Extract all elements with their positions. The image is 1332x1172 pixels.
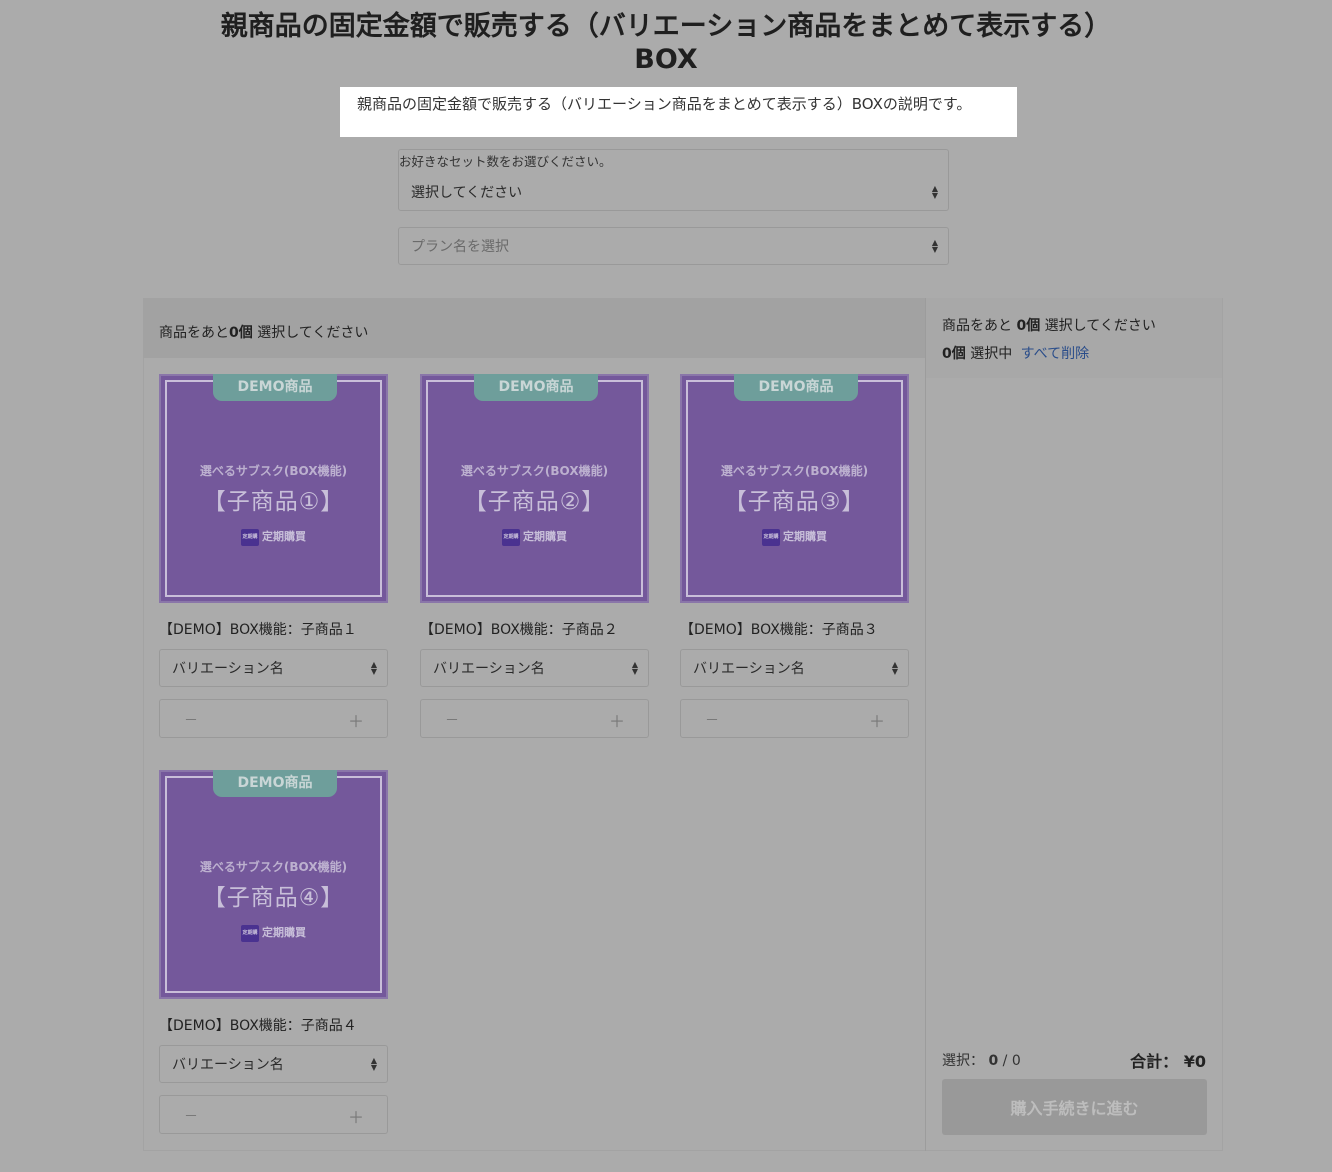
remaining-suffix: 選択してください [252,325,369,341]
variation-select-value: バリエーション名 [172,661,284,677]
sort-arrows-icon: ▲ ▼ [931,184,938,200]
variation-select[interactable]: バリエーション名 ▲ ▼ [680,649,909,687]
subscription-tag-label: 定期購買 [262,926,306,939]
cart-selected-suffix: 選択中 [965,346,1013,362]
box-title-line2: BOX [634,44,698,75]
product-image[interactable]: DEMO商品 選べるサブスク(BOX機能) 【子商品②】 定期購買定期購買 [420,374,649,603]
subscription-tag-label: 定期購買 [262,530,306,543]
cart-remaining-count: 0個 [1016,318,1041,334]
product-name: 【DEMO】BOX機能：子商品１ [159,622,357,638]
minus-icon[interactable]: － [705,710,719,730]
checkout-button[interactable]: 購入手続きに進む [942,1079,1207,1135]
set-count-value: 選択してください [411,185,523,201]
sort-arrows-icon: ▲ ▼ [370,660,377,676]
subscription-tag-label: 定期購買 [523,530,567,543]
product-image-subtitle: 選べるサブスク(BOX機能) [199,860,348,874]
subscription-icon: 定期購買 [241,528,259,546]
quantity-stepper: － ＋ [420,699,649,738]
subscription-icon: 定期購買 [762,528,780,546]
selected-count-label: 選択： [942,1053,984,1069]
subscription-tag: 定期購買定期購買 [422,528,647,546]
product-image-title: 【子商品④】 [202,885,345,911]
total-label: 合計： [1130,1052,1179,1071]
cart-selected-text: 0個 選択中 すべて削除 [942,343,1089,363]
plan-select-placeholder: プラン名を選択 [411,239,509,255]
variation-select-value: バリエーション名 [433,661,545,677]
product-name: 【DEMO】BOX機能：子商品２ [420,622,618,638]
demo-badge: DEMO商品 [213,770,337,797]
demo-badge: DEMO商品 [474,374,598,401]
subscription-tag: 定期購買定期購買 [682,528,907,546]
cart-summary-header: 商品をあと 0個 選択してください 0個 選択中 すべて削除 [926,298,1222,378]
remaining-count: 0個 [229,325,253,341]
minus-icon[interactable]: － [184,1106,198,1126]
selected-count-value: 0 [988,1053,999,1069]
plus-icon[interactable]: ＋ [609,708,625,732]
product-image-subtitle: 選べるサブスク(BOX機能) [199,464,348,478]
quantity-stepper: － ＋ [680,699,909,738]
cart-remaining-suffix: 選択してください [1040,318,1156,334]
variation-select[interactable]: バリエーション名 ▲ ▼ [159,649,388,687]
set-count-label: お好きなセット数をお選びください。 [399,154,612,169]
sort-arrows-icon: ▲ ▼ [370,1056,377,1072]
variation-select-value: バリエーション名 [172,1057,284,1073]
minus-icon[interactable]: － [184,710,198,730]
variation-select[interactable]: バリエーション名 ▲ ▼ [420,649,649,687]
product-image[interactable]: DEMO商品 選べるサブスク(BOX機能) 【子商品④】 定期購買定期購買 [159,770,388,999]
product-image-title: 【子商品①】 [202,489,345,515]
plus-icon[interactable]: ＋ [348,1104,364,1128]
product-name: 【DEMO】BOX機能：子商品３ [680,622,878,638]
subscription-tag: 定期購買定期購買 [161,924,386,942]
quantity-stepper: － ＋ [159,1095,388,1134]
plus-icon[interactable]: ＋ [869,708,885,732]
subscription-tag: 定期購買定期購買 [161,528,386,546]
panel-divider [925,298,926,1151]
box-title: 親商品の固定金額で販売する（バリエーション商品をまとめて表示する） BOX [0,10,1332,76]
sort-arrows-icon: ▲ ▼ [931,238,938,254]
selected-count-summary: 選択： 0 / 0 [942,1050,1021,1070]
minus-icon[interactable]: － [445,710,459,730]
product-image[interactable]: DEMO商品 選べるサブスク(BOX機能) 【子商品①】 定期購買定期購買 [159,374,388,603]
cart-selected-count: 0個 [942,346,966,362]
box-title-line1: 親商品の固定金額で販売する（バリエーション商品をまとめて表示する） [220,11,1112,42]
remaining-selection-header: 商品をあと0個 選択してください [143,298,926,358]
selected-count-max: / 0 [1002,1053,1021,1069]
variation-select[interactable]: バリエーション名 ▲ ▼ [159,1045,388,1083]
quantity-stepper: － ＋ [159,699,388,738]
total-price: 合計： ¥0 [1130,1048,1206,1072]
product-image-title: 【子商品②】 [463,489,606,515]
total-value: ¥0 [1183,1052,1206,1071]
product-name: 【DEMO】BOX機能：子商品４ [159,1018,357,1034]
demo-badge: DEMO商品 [734,374,858,401]
sort-arrows-icon: ▲ ▼ [891,660,898,676]
remaining-prefix: 商品をあと [159,325,229,341]
plus-icon[interactable]: ＋ [348,708,364,732]
product-image-subtitle: 選べるサブスク(BOX機能) [460,464,609,478]
set-count-select[interactable]: お好きなセット数をお選びください。 選択してください ▲ ▼ [398,149,949,211]
demo-badge: DEMO商品 [213,374,337,401]
variation-select-value: バリエーション名 [693,661,805,677]
product-image[interactable]: DEMO商品 選べるサブスク(BOX機能) 【子商品③】 定期購買定期購買 [680,374,909,603]
clear-all-link[interactable]: すべて削除 [1021,346,1089,362]
box-description: 親商品の固定金額で販売する（バリエーション商品をまとめて表示する）BOXの説明で… [340,87,1017,137]
subscription-icon: 定期購買 [241,924,259,942]
product-image-subtitle: 選べるサブスク(BOX機能) [720,464,869,478]
plan-select[interactable]: プラン名を選択 ▲ ▼ [398,227,949,265]
product-image-title: 【子商品③】 [723,489,866,515]
cart-remaining-text: 商品をあと 0個 選択してください [942,315,1156,335]
cart-remaining-prefix: 商品をあと [942,318,1017,334]
sort-arrows-icon: ▲ ▼ [631,660,638,676]
subscription-tag-label: 定期購買 [783,530,827,543]
subscription-icon: 定期購買 [502,528,520,546]
